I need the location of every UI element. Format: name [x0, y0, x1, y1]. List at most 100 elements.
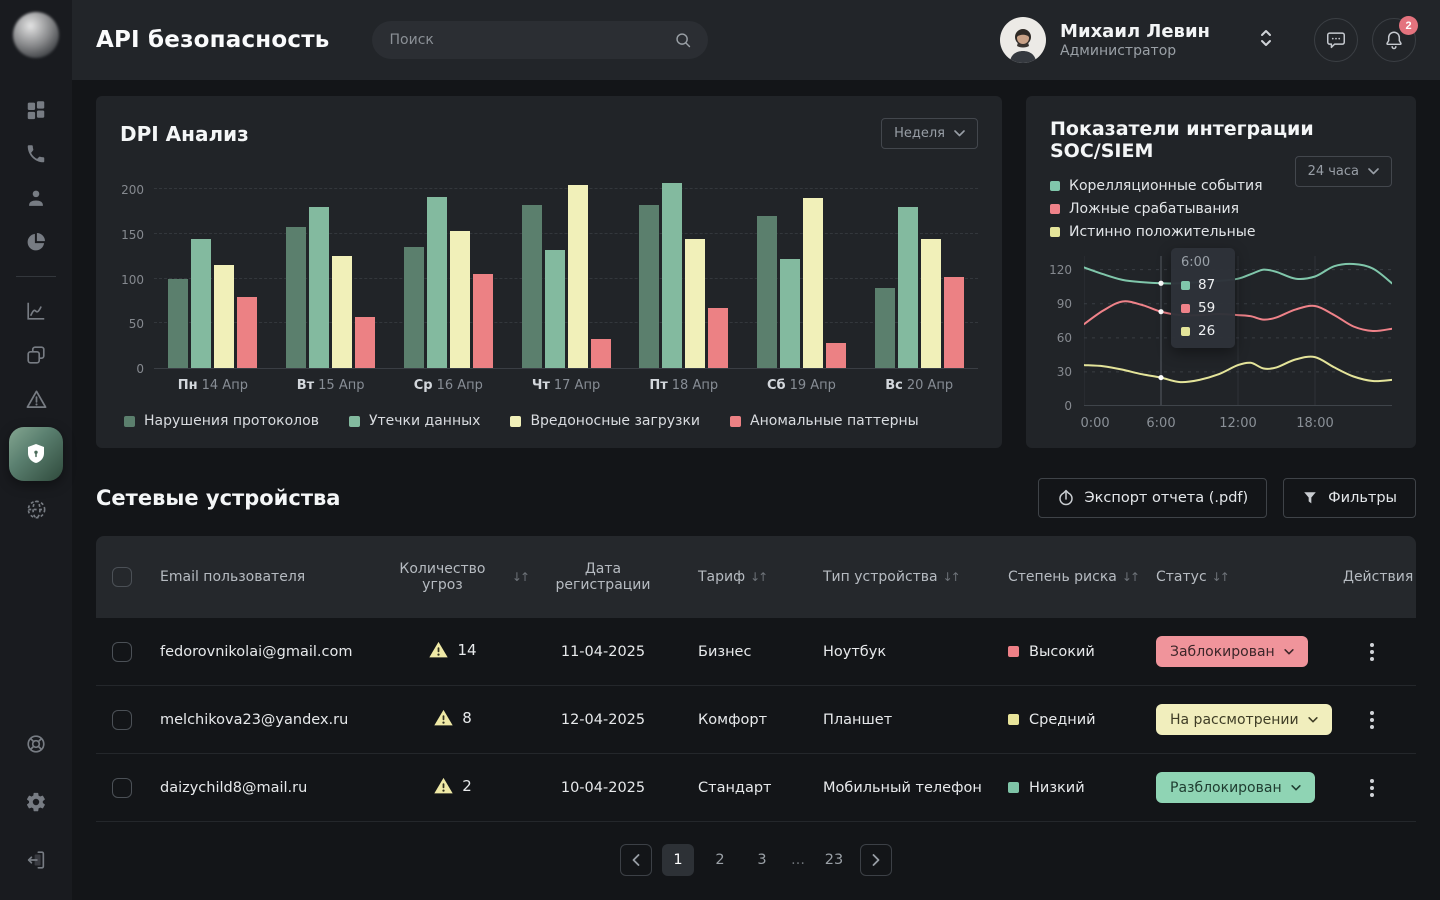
x-axis-label: Сб19 Апр — [743, 378, 861, 393]
soc-period-select[interactable]: 24 часа — [1295, 156, 1392, 187]
logout-icon — [25, 849, 47, 871]
page-number[interactable]: 1 — [662, 844, 694, 876]
filter-icon — [1302, 490, 1318, 506]
sort-icon[interactable]: ↓↑ — [943, 570, 959, 584]
sidebar-item-logout[interactable] — [14, 838, 58, 882]
cell-date: 12-04-2025 — [528, 712, 678, 728]
sidebar-item-help[interactable] — [14, 722, 58, 766]
y-axis-tick: 0 — [136, 362, 144, 376]
chevron-left-icon — [632, 854, 640, 866]
bar — [427, 197, 447, 369]
dpi-legend: Нарушения протоколовУтечки данныхВредоно… — [124, 413, 978, 429]
export-icon — [1057, 489, 1075, 507]
y-axis-tick: 60 — [1057, 331, 1072, 345]
search-input[interactable] — [372, 21, 708, 59]
status-dropdown[interactable]: На рассмотрении — [1156, 704, 1332, 735]
page-number[interactable]: 2 — [704, 844, 736, 876]
sidebar-item-dashboard[interactable] — [14, 88, 58, 132]
status-label: Заблокирован — [1170, 644, 1275, 660]
sidebar-item-transfers[interactable] — [14, 333, 58, 377]
table-row[interactable]: fedorovnikolai@gmail.com 14 11-04-2025 Б… — [96, 618, 1416, 686]
bar-group — [625, 177, 743, 368]
sort-icon[interactable]: ↓↑ — [512, 570, 528, 584]
avatar[interactable] — [1000, 17, 1046, 63]
sort-icon[interactable]: ↓↑ — [750, 570, 766, 584]
sort-icon[interactable]: ↓↑ — [1212, 570, 1228, 584]
page-title: API безопасность — [96, 27, 330, 53]
sidebar-item-reports[interactable] — [14, 220, 58, 264]
bar-group — [507, 177, 625, 368]
lifebuoy-icon — [25, 733, 47, 755]
filters-label: Фильтры — [1328, 490, 1397, 506]
dpi-period-select[interactable]: Неделя — [881, 118, 978, 149]
warning-icon — [434, 709, 453, 726]
pie-chart-icon — [25, 231, 47, 253]
legend-item: Ложные срабатывания — [1050, 201, 1392, 217]
table-row[interactable]: daizychild8@mail.ru 2 10-04-2025 Стандар… — [96, 754, 1416, 822]
bar — [921, 239, 941, 369]
x-axis-label: 0:00 — [1080, 416, 1109, 431]
soc-yaxis: 0306090120 — [1050, 256, 1076, 406]
col-date: Дата регистрации — [528, 561, 678, 593]
col-threats: Количество угроз — [378, 561, 507, 593]
page-number[interactable]: 23 — [818, 844, 850, 876]
row-actions-menu[interactable] — [1360, 773, 1384, 803]
row-checkbox[interactable] — [112, 778, 132, 798]
bar-group — [860, 177, 978, 368]
bar-group — [154, 177, 272, 368]
row-checkbox[interactable] — [112, 642, 132, 662]
y-axis-tick: 0 — [1064, 399, 1072, 413]
y-axis-tick: 200 — [121, 183, 144, 197]
x-axis-label: Пн14 Апр — [154, 378, 272, 393]
notifications-button[interactable]: 2 — [1372, 18, 1416, 62]
sidebar-item-network[interactable] — [14, 487, 58, 531]
chevron-right-icon — [872, 854, 880, 866]
prev-page-button[interactable] — [620, 844, 652, 876]
x-axis-label: Ср16 Апр — [389, 378, 507, 393]
chevron-down-icon — [1308, 717, 1318, 723]
chevron-up-down-icon — [1258, 27, 1274, 49]
soc-tooltip: 6:00 875926 — [1171, 248, 1235, 348]
messages-button[interactable] — [1314, 18, 1358, 62]
export-report-button[interactable]: Экспорт отчета (.pdf) — [1038, 478, 1268, 518]
sort-icon[interactable]: ↓↑ — [1122, 570, 1138, 584]
bar — [898, 207, 918, 368]
bar — [591, 339, 611, 368]
bar — [404, 247, 424, 368]
bar — [708, 308, 728, 368]
status-dropdown[interactable]: Заблокирован — [1156, 636, 1308, 667]
page-number[interactable]: 3 — [746, 844, 778, 876]
filters-button[interactable]: Фильтры — [1283, 478, 1416, 518]
sidebar-item-security[interactable] — [9, 427, 63, 481]
status-dropdown[interactable]: Разблокирован — [1156, 772, 1315, 803]
export-report-label: Экспорт отчета (.pdf) — [1085, 490, 1249, 506]
sidebar-item-calls[interactable] — [14, 132, 58, 176]
sidebar-item-alerts[interactable] — [14, 377, 58, 421]
row-actions-menu[interactable] — [1360, 705, 1384, 735]
soc-xaxis: 0:006:0012:0018:00 — [1084, 416, 1392, 432]
shield-icon — [24, 442, 48, 466]
globe-icon — [25, 498, 48, 521]
table-row[interactable]: melchikova23@yandex.ru 8 12-04-2025 Комф… — [96, 686, 1416, 754]
bar — [639, 205, 659, 368]
select-all-checkbox[interactable] — [112, 567, 132, 587]
bar — [522, 205, 542, 368]
sidebar-item-analytics[interactable] — [14, 289, 58, 333]
bar — [803, 198, 823, 368]
row-checkbox[interactable] — [112, 710, 132, 730]
soc-legend: Корелляционные событияЛожные срабатывани… — [1050, 178, 1392, 240]
x-axis-label: 12:00 — [1219, 416, 1256, 431]
bar — [214, 265, 234, 368]
status-label: На рассмотрении — [1170, 712, 1299, 728]
col-tariff: Тариф — [698, 569, 745, 585]
bar — [780, 259, 800, 368]
sidebar-item-settings[interactable] — [14, 780, 58, 824]
sidebar-item-users[interactable] — [14, 176, 58, 220]
row-actions-menu[interactable] — [1360, 637, 1384, 667]
user-menu-toggle[interactable] — [1258, 27, 1274, 53]
col-actions: Действия — [1343, 569, 1435, 585]
table-header: Email пользователя Количество угроз↓↑ Да… — [96, 536, 1416, 618]
cell-device: Мобильный телефон — [803, 780, 988, 796]
next-page-button[interactable] — [860, 844, 892, 876]
y-axis-tick: 150 — [121, 228, 144, 242]
